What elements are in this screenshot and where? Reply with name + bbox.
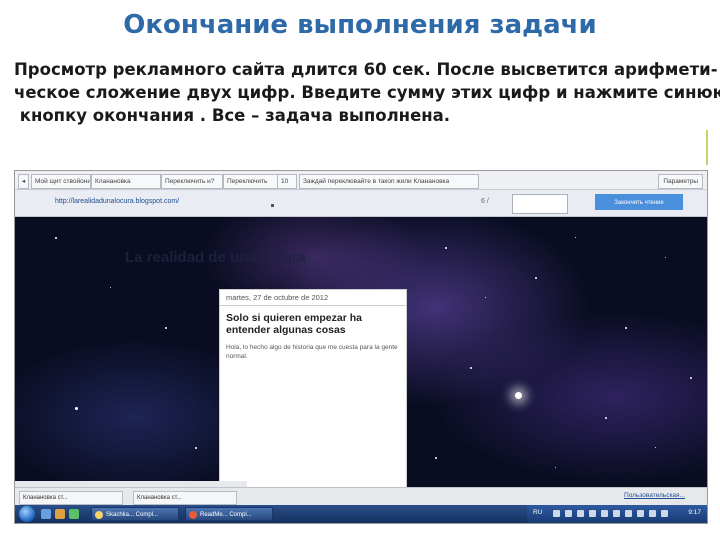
decorative-bar	[706, 130, 708, 165]
star	[110, 287, 111, 288]
bottom-item-2[interactable]: Кланановка ст...	[133, 491, 237, 505]
network-icon[interactable]	[553, 510, 560, 517]
settings-tab[interactable]: Параметры	[658, 174, 703, 189]
folder-icon[interactable]	[55, 509, 65, 519]
star	[195, 447, 197, 449]
star	[55, 237, 57, 239]
sum-answer-input[interactable]	[512, 194, 568, 214]
post-title[interactable]: Solo si quieren empezar ha entender algu…	[226, 312, 401, 336]
app-icon	[95, 511, 103, 519]
tray-app-icon[interactable]	[613, 510, 620, 517]
star	[445, 247, 447, 249]
finish-button[interactable]: Закончить чтение	[595, 194, 683, 210]
loading-icon	[271, 204, 274, 207]
tab-bar: ◂ Мой щит ствойонин Кланановка Переключи…	[15, 171, 707, 190]
app-icon[interactable]	[69, 509, 79, 519]
star	[75, 407, 78, 410]
star	[605, 417, 607, 419]
tab-6[interactable]: Заждай переклювайте в такоп жили Кланано…	[299, 174, 479, 189]
star	[485, 297, 486, 298]
star	[665, 257, 666, 258]
instruction-text: Просмотр рекламного сайта длится 60 сек.…	[14, 58, 720, 127]
tab-2[interactable]: Кланановка	[91, 174, 161, 189]
star	[165, 327, 167, 329]
bottom-bar: Кланановка ст... Кланановка ст... Пользо…	[15, 487, 707, 506]
desktop-icon[interactable]	[41, 509, 51, 519]
taskbar-button-1[interactable]: Skachka... Compl...	[91, 507, 179, 521]
tray-app-icon[interactable]	[625, 510, 632, 517]
taskbar-button-label: Skachka... Compl...	[106, 512, 159, 518]
language-indicator[interactable]: RU	[533, 509, 542, 516]
tray-app-icon[interactable]	[589, 510, 596, 517]
star	[690, 377, 692, 379]
site-url[interactable]: http://larealidadunalocura.blogspot.com/	[55, 198, 179, 205]
post-date: martes, 27 de octubre de 2012	[226, 293, 329, 302]
timer-counter: 6 /	[481, 198, 489, 205]
star	[555, 467, 556, 468]
bottom-link[interactable]: Пользовательская...	[624, 492, 685, 499]
clock[interactable]: 9:17	[688, 509, 701, 516]
tab-1[interactable]: Мой щит ствойонин	[31, 174, 91, 189]
star	[625, 327, 627, 329]
tab-3[interactable]: Переключить н?	[161, 174, 223, 189]
blog-heading: La realidad de una locura	[125, 249, 306, 266]
star	[515, 392, 522, 399]
back-icon[interactable]: ◂	[18, 174, 29, 189]
tray-app-icon[interactable]	[637, 510, 644, 517]
battery-icon[interactable]	[577, 510, 584, 517]
star	[575, 237, 576, 238]
instruction-line: кнопку окончания . Все – задача выполнен…	[14, 106, 451, 125]
star	[435, 457, 437, 459]
blog-post: martes, 27 de octubre de 2012 Solo si qu…	[219, 289, 407, 491]
tray-app-icon[interactable]	[601, 510, 608, 517]
bottom-item-1[interactable]: Кланановка ст...	[19, 491, 123, 505]
browser-screenshot: ◂ Мой щит ствойонин Кланановка Переключи…	[14, 170, 708, 524]
star	[470, 367, 472, 369]
tab-4[interactable]: Переключить	[223, 174, 279, 189]
instruction-line: Просмотр рекламного сайта длится 60 сек.…	[14, 60, 718, 79]
star	[535, 277, 537, 279]
windows-taskbar: Skachka... Compl... ReadMe... Compl... R…	[15, 505, 707, 523]
taskbar-button-label: ReadMe... Compl...	[200, 512, 252, 518]
volume-icon[interactable]	[565, 510, 572, 517]
divider	[220, 305, 406, 306]
app-icon	[189, 511, 197, 519]
post-body: Hola, lo hecho algo de historia que me c…	[226, 344, 398, 360]
tray-app-icon[interactable]	[661, 510, 668, 517]
slide-title: Окончание выполнения задачи	[123, 10, 597, 40]
system-tray: RU 9:17	[527, 505, 707, 523]
taskbar-button-2[interactable]: ReadMe... Compl...	[185, 507, 273, 521]
instruction-line: ческое сложение двух цифр. Введите сумму…	[14, 83, 720, 102]
tray-app-icon[interactable]	[649, 510, 656, 517]
start-icon[interactable]	[19, 506, 35, 522]
surf-toolbar: http://larealidadunalocura.blogspot.com/…	[15, 190, 707, 217]
tab-5[interactable]: 10	[277, 174, 297, 189]
star	[655, 447, 656, 448]
